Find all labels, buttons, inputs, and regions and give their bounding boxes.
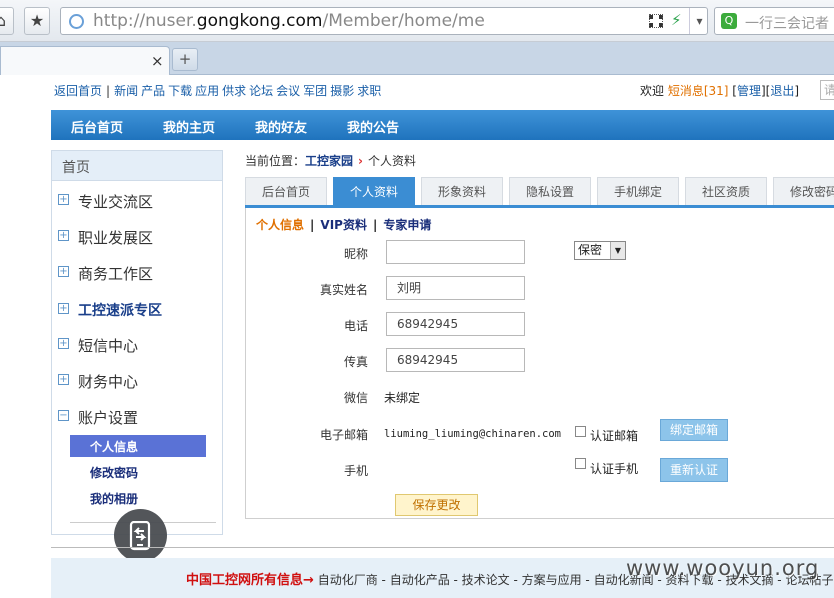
breadcrumb: 当前位置：工控家园 › 个人资料 xyxy=(245,154,416,168)
sidebar-header[interactable]: 首页 xyxy=(52,151,222,181)
tab-privacy-settings[interactable]: 隐私设置 xyxy=(509,177,591,206)
footer-lead: 中国工控网所有信息→ xyxy=(186,573,314,588)
expand-plus-icon[interactable]: + xyxy=(58,338,69,349)
email-value: liuming_liuming@chinaren.com xyxy=(384,428,562,440)
site-top-nav: 返回首页 | 新闻 产品 下载 应用 供求 论坛 会议 军团 摄影 求职 xyxy=(54,82,384,99)
manage-link[interactable]: 管理 xyxy=(737,84,761,98)
reverify-mobile-button[interactable]: 重新认证 xyxy=(660,458,728,482)
nickname-input[interactable] xyxy=(386,240,525,264)
expand-plus-icon[interactable]: + xyxy=(58,230,69,241)
mainnav-my-announcements[interactable]: 我的公告 xyxy=(347,117,399,136)
verify-email-label: 认证邮箱 xyxy=(590,429,639,443)
privacy-select[interactable]: 保密 ▼ xyxy=(574,241,626,260)
address-bar[interactable]: http://nuser.gongkong.com/Member/home/me… xyxy=(60,7,708,35)
verify-mobile-checkbox[interactable] xyxy=(575,458,586,469)
tab-change-password[interactable]: 修改密码 xyxy=(773,177,834,206)
email-label: 电子邮箱 xyxy=(319,428,368,442)
tab-backend-home[interactable]: 后台首页 xyxy=(245,177,327,206)
wechat-label: 微信 xyxy=(343,391,368,405)
profile-subnav: 个人信息 | VIP资料 | 专家申请 xyxy=(256,218,432,232)
phone-input[interactable]: 68942945 xyxy=(386,312,525,336)
address-url[interactable]: http://nuser.gongkong.com/Member/home/me xyxy=(93,11,485,31)
fax-label: 传真 xyxy=(343,355,368,369)
browser-toolbar: ⌂ ★ http://nuser.gongkong.com/Member/hom… xyxy=(0,0,834,42)
nav-link-6[interactable]: 会议 xyxy=(276,84,300,98)
nav-link-5[interactable]: 论坛 xyxy=(249,84,273,98)
sidebar-subitem-personal-info[interactable]: 个人信息 xyxy=(70,435,206,457)
speed-mode-icon[interactable]: ⚡ xyxy=(671,11,682,29)
browser-tab[interactable]: × xyxy=(0,46,170,75)
collapse-minus-icon[interactable]: − xyxy=(58,410,69,421)
phone-label: 电话 xyxy=(343,319,368,333)
mobile-switch-button[interactable] xyxy=(114,509,167,562)
breadcrumb-current: 个人资料 xyxy=(367,154,416,168)
nav-link-7[interactable]: 军团 xyxy=(303,84,327,98)
site-globe-icon xyxy=(69,14,84,29)
nav-link-3[interactable]: 应用 xyxy=(195,84,219,98)
mainnav-my-friends[interactable]: 我的好友 xyxy=(255,117,307,136)
save-changes-button[interactable]: 保存更改 xyxy=(395,494,478,516)
nav-link-4[interactable]: 供求 xyxy=(222,84,246,98)
fax-input[interactable]: 68942945 xyxy=(386,348,525,372)
address-dropdown-icon[interactable]: ▾ xyxy=(689,8,709,34)
realname-label: 真实姓名 xyxy=(319,283,368,297)
nav-link-8[interactable]: 摄影 xyxy=(330,84,354,98)
subnav-personal-info[interactable]: 个人信息 xyxy=(256,218,304,232)
expand-plus-icon[interactable]: + xyxy=(58,266,69,277)
nav-link-9[interactable]: 求职 xyxy=(357,84,381,98)
close-tab-icon[interactable]: × xyxy=(151,52,164,70)
breadcrumb-arrow-icon: › xyxy=(358,154,363,168)
sidebar-subitem-change-password[interactable]: 修改密码 xyxy=(70,461,206,483)
logout-link[interactable]: 退出 xyxy=(770,84,794,98)
search-icon[interactable]: Q xyxy=(721,13,737,29)
main-nav-bar: 后台首页 我的主页 我的好友 我的公告 xyxy=(51,110,834,140)
breadcrumb-home-link[interactable]: 工控家园 xyxy=(305,154,353,168)
bind-email-button[interactable]: 绑定邮箱 xyxy=(660,419,728,441)
site-search-input[interactable]: 请 xyxy=(820,80,834,100)
sidebar-subitem-my-album[interactable]: 我的相册 xyxy=(70,487,206,509)
nickname-label: 昵称 xyxy=(343,247,368,261)
home-icon[interactable]: ⌂ xyxy=(0,7,14,35)
wechat-status: 未绑定 xyxy=(384,391,421,405)
verify-email-checkbox[interactable] xyxy=(575,426,586,437)
footer-divider xyxy=(51,547,834,548)
sidebar: 首页 + 专业交流区 + 职业发展区 + 商务工作区 + 工控速派专区 + 短信… xyxy=(51,150,223,535)
expand-plus-icon[interactable]: + xyxy=(58,303,69,314)
tab-image-profile[interactable]: 形象资料 xyxy=(421,177,503,206)
tab-personal-profile[interactable]: 个人资料 xyxy=(333,177,415,206)
user-welcome: 欢迎 短消息[31] [管理][退出] xyxy=(640,84,800,98)
bookmark-star-icon[interactable]: ★ xyxy=(24,7,50,35)
expand-plus-icon[interactable]: + xyxy=(58,194,69,205)
nav-links: 新闻 产品 下载 应用 供求 论坛 会议 军团 摄影 求职 xyxy=(114,84,384,98)
new-tab-button[interactable]: + xyxy=(172,48,198,71)
qr-code-icon[interactable] xyxy=(649,14,663,28)
tab-community-qualification[interactable]: 社区资质 xyxy=(685,177,767,206)
nav-link-2[interactable]: 下载 xyxy=(168,84,192,98)
mainnav-backend-home[interactable]: 后台首页 xyxy=(71,117,123,136)
mainnav-my-homepage[interactable]: 我的主页 xyxy=(163,117,215,136)
realname-input[interactable]: 刘明 xyxy=(386,276,525,300)
watermark: www.wooyun.org xyxy=(626,556,820,580)
chevron-down-icon: ▼ xyxy=(610,242,625,259)
browser-search-box[interactable]: Q 一行三会记者 xyxy=(714,7,834,35)
mobile-label: 手机 xyxy=(343,464,368,478)
subnav-expert-application[interactable]: 专家申请 xyxy=(383,218,431,232)
profile-tabs: 后台首页 个人资料 形象资料 隐私设置 手机绑定 社区资质 修改密码 xyxy=(245,177,834,207)
subnav-vip-profile[interactable]: VIP资料 xyxy=(320,218,367,232)
expand-plus-icon[interactable]: + xyxy=(58,374,69,385)
nav-link-0[interactable]: 新闻 xyxy=(114,84,138,98)
messages-link[interactable]: 短消息[31] xyxy=(668,84,729,98)
verify-mobile-label: 认证手机 xyxy=(590,462,639,476)
tab-phone-binding[interactable]: 手机绑定 xyxy=(597,177,679,206)
nav-home-link[interactable]: 返回首页 xyxy=(54,84,102,98)
nav-link-1[interactable]: 产品 xyxy=(141,84,165,98)
browser-tab-bar: × + xyxy=(0,42,834,75)
welcome-text: 欢迎 xyxy=(640,84,665,98)
search-placeholder: 一行三会记者 xyxy=(745,16,829,32)
